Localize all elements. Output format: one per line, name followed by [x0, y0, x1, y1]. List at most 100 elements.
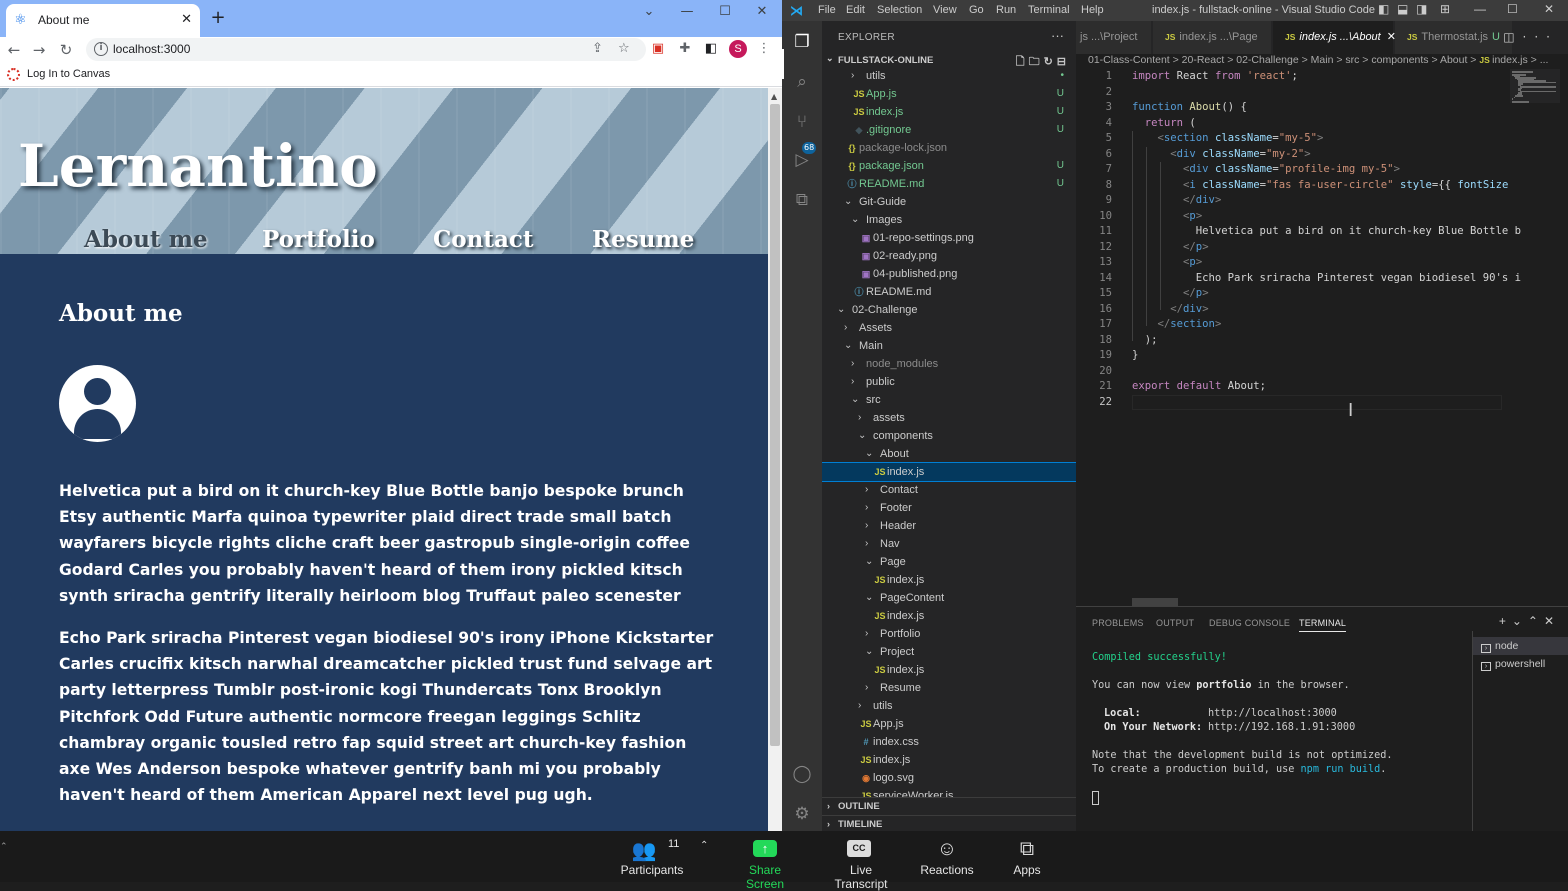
browser-tab-about-me[interactable]: ⚛ About me ✕: [6, 4, 200, 37]
panel-tab-output[interactable]: OUTPUT: [1156, 618, 1194, 628]
vscode-maximize-button[interactable]: ☐: [1507, 2, 1518, 16]
share-screen-button[interactable]: ↑ Share Screen: [730, 831, 800, 891]
tree-item[interactable]: ▣ 04-published.png: [822, 265, 1076, 283]
reactions-button[interactable]: ☺ Reactions: [916, 831, 978, 882]
toggle-panel-icon[interactable]: ⬓: [1397, 2, 1408, 16]
tree-item[interactable]: ⌄ Git-Guide: [822, 193, 1076, 211]
forward-arrow-icon[interactable]: →: [29, 40, 49, 60]
timeline-section[interactable]: › TIMELINE: [822, 815, 1076, 831]
menu-terminal[interactable]: Terminal: [1028, 4, 1070, 16]
menu-view[interactable]: View: [933, 4, 957, 16]
close-window-button[interactable]: ✕: [747, 3, 777, 21]
address-url[interactable]: localhost:3000: [113, 42, 190, 56]
tree-item[interactable]: › node_modules: [822, 355, 1076, 373]
editor-tab-about[interactable]: JS index.js ...\About ✕: [1273, 21, 1396, 54]
minimize-button[interactable]: —: [672, 3, 702, 21]
code-editor[interactable]: 1 import React from 'react'; 2 3 function Ab…: [1076, 69, 1568, 599]
live-transcript-button[interactable]: CC Live Transcript: [822, 831, 900, 891]
tree-item[interactable]: ⌄ About: [822, 445, 1076, 463]
vscode-close-button[interactable]: ✕: [1544, 2, 1554, 16]
run-debug-icon[interactable]: ▷: [791, 149, 813, 171]
profile-avatar[interactable]: S: [729, 40, 747, 58]
nav-about-me[interactable]: About me: [84, 226, 208, 253]
menu-go[interactable]: Go: [969, 4, 984, 16]
accounts-icon[interactable]: ◯: [791, 763, 813, 785]
tree-item[interactable]: ⌄ src: [822, 391, 1076, 409]
menu-edit[interactable]: Edit: [846, 4, 865, 16]
extensions-puzzle-icon[interactable]: ✚: [677, 41, 693, 57]
tree-item[interactable]: ⌄ Images: [822, 211, 1076, 229]
tree-item[interactable]: JS index.js: [822, 751, 1076, 769]
side-panel-icon[interactable]: ◧: [703, 41, 719, 57]
bookmark-star-icon[interactable]: ☆: [618, 41, 630, 56]
outline-section[interactable]: › OUTLINE: [822, 797, 1076, 815]
bookmark-log-in-to-canvas[interactable]: Log In to Canvas: [27, 68, 110, 80]
workspace-section-header[interactable]: ⌄ FULLSTACK-ONLINE 🗋🗀↻⊟: [822, 53, 1076, 68]
chevron-up-icon[interactable]: ⌃: [700, 840, 708, 851]
tree-item[interactable]: ⌄ Main: [822, 337, 1076, 355]
tree-item[interactable]: # index.css: [822, 733, 1076, 751]
reload-icon[interactable]: ↻: [56, 40, 76, 60]
editor-horizontal-scrollbar[interactable]: [1132, 598, 1178, 606]
extension-icon[interactable]: ▣: [650, 41, 666, 57]
tree-item[interactable]: › Portfolio: [822, 625, 1076, 643]
tree-item[interactable]: ⓘ README.md U: [822, 175, 1076, 193]
tree-item[interactable]: › Contact: [822, 481, 1076, 499]
tree-item[interactable]: JS index.js: [822, 462, 1076, 482]
toggle-sidebar-icon[interactable]: ◧: [1378, 2, 1389, 16]
participants-button[interactable]: 👥 11 Participants: [612, 831, 692, 882]
tree-item[interactable]: JS index.js: [822, 661, 1076, 679]
tree-item[interactable]: {} package.json U: [822, 157, 1076, 175]
toggle-secondary-sidebar-icon[interactable]: ◨: [1416, 2, 1427, 16]
scroll-up-arrow-icon[interactable]: ▲: [771, 92, 777, 101]
tree-item[interactable]: › Footer: [822, 499, 1076, 517]
explorer-files-icon[interactable]: ❐: [791, 31, 813, 53]
nav-contact[interactable]: Contact: [433, 226, 534, 253]
panel-tab-debug-console[interactable]: DEBUG CONSOLE: [1209, 618, 1290, 628]
close-tab-icon[interactable]: ✕: [181, 12, 192, 27]
tree-item[interactable]: › Nav: [822, 535, 1076, 553]
tree-item[interactable]: ◉ logo.svg: [822, 769, 1076, 787]
explorer-more-icon[interactable]: ···: [1051, 28, 1064, 43]
nav-portfolio[interactable]: Portfolio: [262, 226, 375, 253]
tree-item[interactable]: JS index.js: [822, 571, 1076, 589]
panel-actions[interactable]: +⌄⌃✕: [1499, 614, 1560, 628]
editor-tab-page[interactable]: JS index.js ...\Page: [1153, 21, 1272, 54]
back-arrow-icon[interactable]: ←: [4, 40, 24, 60]
tree-item[interactable]: › assets: [822, 409, 1076, 427]
editor-tab-thermostat[interactable]: JS Thermostat.js U: [1395, 21, 1513, 54]
extensions-icon[interactable]: ⧉: [791, 189, 813, 211]
site-info-icon[interactable]: i: [94, 42, 108, 56]
tree-item[interactable]: › Resume: [822, 679, 1076, 697]
minimap[interactable]: [1510, 69, 1560, 103]
tree-item[interactable]: JS index.js U: [822, 103, 1076, 121]
customize-layout-icon[interactable]: ⊞: [1440, 2, 1450, 16]
nav-resume[interactable]: Resume: [592, 226, 694, 253]
tree-item[interactable]: ⌄ components: [822, 427, 1076, 445]
tree-item[interactable]: JS index.js: [822, 607, 1076, 625]
tree-item[interactable]: {} package-lock.json: [822, 139, 1076, 157]
tree-item[interactable]: › utils: [822, 697, 1076, 715]
apps-button[interactable]: ⧉ Apps: [1004, 831, 1050, 882]
source-control-icon[interactable]: ⑂: [791, 111, 813, 133]
maximize-button[interactable]: ☐: [710, 3, 740, 21]
breadcrumb[interactable]: 01-Class-Content > 20-React > 02-Challen…: [1076, 54, 1568, 68]
menu-help[interactable]: Help: [1081, 4, 1104, 16]
editor-actions[interactable]: ◫···: [1503, 30, 1558, 44]
menu-run[interactable]: Run: [996, 4, 1016, 16]
tree-item[interactable]: ⌄ Project: [822, 643, 1076, 661]
tree-item[interactable]: JS App.js: [822, 715, 1076, 733]
more-menu-icon[interactable]: ⋮: [756, 41, 772, 57]
tab-search-icon[interactable]: ⌄: [634, 3, 664, 21]
tree-item[interactable]: ⌄ Page: [822, 553, 1076, 571]
search-icon[interactable]: ⌕: [791, 71, 813, 93]
manage-gear-icon[interactable]: ⚙: [791, 803, 813, 825]
share-page-icon[interactable]: ⇪: [592, 41, 603, 56]
terminal-local-url[interactable]: http://localhost:3000: [1208, 708, 1337, 719]
tree-item[interactable]: ◆ .gitignore U: [822, 121, 1076, 139]
tree-item[interactable]: ⌄ PageContent: [822, 589, 1076, 607]
tree-item[interactable]: › Assets: [822, 319, 1076, 337]
vscode-minimize-button[interactable]: —: [1474, 2, 1486, 16]
tree-item[interactable]: JS App.js U: [822, 85, 1076, 103]
menu-file[interactable]: File: [818, 4, 836, 16]
